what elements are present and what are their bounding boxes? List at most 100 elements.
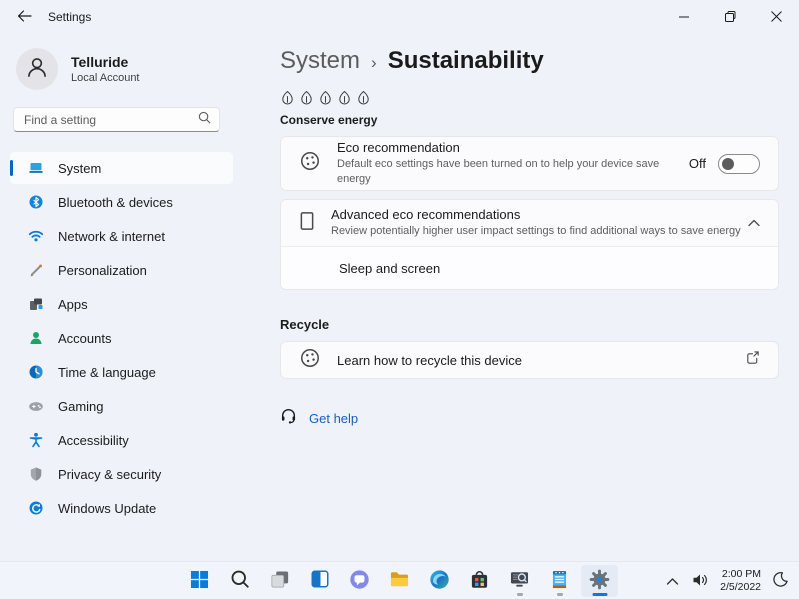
sidebar-item-windows-update[interactable]: Windows Update — [10, 492, 233, 524]
chat-button[interactable] — [341, 565, 378, 597]
clock-date: 2/5/2022 — [720, 581, 761, 593]
start-button[interactable] — [181, 565, 218, 597]
settings-app-button[interactable] — [581, 564, 618, 597]
sleep-and-screen-label: Sleep and screen — [339, 260, 441, 276]
advanced-eco-description: Review potentially higher user impact se… — [331, 225, 741, 238]
widgets-icon — [310, 569, 330, 592]
sidebar-item-label: Personalization — [58, 262, 147, 278]
sidebar: Telluride Local Account System Bluetooth… — [0, 34, 280, 561]
shield-icon — [28, 466, 44, 482]
monitor-magnifier-icon — [509, 569, 530, 593]
clock-time: 2:00 PM — [721, 567, 761, 580]
get-help-label: Get help — [309, 410, 359, 426]
taskbar-clock[interactable]: 2:00 PM 2/5/2022 — [720, 568, 761, 594]
sidebar-item-accessibility[interactable]: Accessibility — [10, 424, 233, 456]
user-account-card[interactable]: Telluride Local Account — [16, 48, 280, 90]
back-button[interactable] — [8, 3, 40, 31]
advanced-eco-card: Advanced eco recommendations Review pote… — [280, 199, 779, 290]
user-name: Telluride — [71, 54, 129, 70]
recycle-section-header: Recycle — [280, 317, 330, 332]
update-arrows-icon — [28, 500, 44, 516]
recycle-link-card[interactable]: Learn how to recycle this device — [280, 341, 779, 379]
eco-recommendation-description: Default eco settings have been turned on… — [337, 158, 660, 185]
sidebar-item-label: Time & language — [58, 364, 156, 380]
task-view-button[interactable] — [261, 565, 298, 597]
sidebar-item-time-language[interactable]: Time & language — [10, 356, 233, 388]
back-arrow-icon — [17, 9, 32, 25]
sidebar-item-apps[interactable]: Apps — [10, 288, 233, 320]
leaf-icon — [318, 90, 333, 111]
minimize-icon — [679, 10, 689, 25]
notepad-button[interactable] — [541, 565, 578, 597]
sidebar-item-gaming[interactable]: Gaming — [10, 390, 233, 422]
gamepad-icon — [28, 398, 44, 414]
taskbar: 2:00 PM 2/5/2022 — [0, 561, 799, 599]
toggle-state-label: Off — [688, 156, 706, 171]
settings-window: Settings Telluride Local Account Find a … — [0, 0, 799, 561]
close-icon — [770, 10, 782, 25]
conserve-energy-label: Conserve energy — [280, 113, 378, 127]
gear-icon — [589, 569, 610, 593]
widgets-button[interactable] — [301, 565, 338, 597]
sidebar-item-label: Windows Update — [58, 500, 157, 516]
quick-assist-button[interactable] — [501, 565, 538, 597]
notepad-icon — [549, 569, 570, 593]
sidebar-item-personalization[interactable]: Personalization — [10, 254, 233, 286]
breadcrumb-parent[interactable]: System — [280, 47, 360, 75]
bluetooth-icon — [28, 194, 44, 210]
store-bag-icon — [469, 569, 490, 593]
sidebar-item-label: Accounts — [58, 330, 112, 346]
task-view-icon — [270, 569, 290, 592]
focus-assist-button[interactable] — [770, 569, 791, 593]
settings-nav: System Bluetooth & devices Network & int… — [0, 152, 280, 524]
search-box[interactable] — [13, 107, 220, 132]
running-indicator — [516, 592, 523, 596]
brush-icon — [28, 262, 44, 278]
running-indicator — [556, 592, 563, 596]
moon-icon — [772, 571, 789, 591]
sidebar-item-label: Privacy & security — [58, 466, 162, 482]
breadcrumb-separator-icon: › — [371, 53, 377, 72]
headset-icon — [280, 407, 297, 429]
restore-icon — [724, 10, 736, 25]
clock-icon — [28, 364, 44, 380]
eco-icon — [299, 347, 321, 374]
chevron-up-icon — [666, 574, 679, 589]
taskbar-search-button[interactable] — [221, 565, 258, 597]
file-explorer-button[interactable] — [381, 565, 418, 597]
eco-icon — [299, 150, 321, 177]
sidebar-item-label: Network & internet — [58, 228, 165, 244]
sidebar-item-system[interactable]: System — [10, 152, 233, 184]
titlebar: Settings — [0, 0, 799, 34]
chevron-up-icon — [748, 214, 760, 232]
person-icon — [24, 54, 50, 85]
eco-recommendation-toggle[interactable] — [718, 153, 760, 174]
maximize-restore-button[interactable] — [707, 0, 753, 34]
search-icon — [230, 569, 250, 592]
system-tray: 2:00 PM 2/5/2022 — [664, 562, 791, 599]
advanced-eco-expander[interactable]: Advanced eco recommendations Review pote… — [281, 200, 778, 246]
sidebar-item-label: Bluetooth & devices — [58, 194, 173, 210]
wifi-icon — [28, 228, 44, 244]
edge-browser-button[interactable] — [421, 565, 458, 597]
sidebar-item-privacy-security[interactable]: Privacy & security — [10, 458, 233, 490]
window-controls — [661, 0, 799, 34]
get-help-link[interactable]: Get help — [280, 407, 358, 429]
search-input[interactable] — [24, 112, 198, 127]
close-button[interactable] — [753, 0, 799, 34]
volume-button[interactable] — [690, 570, 711, 593]
chat-icon — [349, 569, 370, 593]
minimize-button[interactable] — [661, 0, 707, 34]
search-icon — [198, 111, 211, 129]
breadcrumb: System › Sustainability — [280, 47, 779, 75]
sidebar-item-accounts[interactable]: Accounts — [10, 322, 233, 354]
microsoft-store-button[interactable] — [461, 565, 498, 597]
sleep-and-screen-row[interactable]: Sleep and screen — [281, 246, 778, 289]
sidebar-item-label: Gaming — [58, 398, 104, 414]
sidebar-item-bluetooth-devices[interactable]: Bluetooth & devices — [10, 186, 233, 218]
folder-icon — [389, 569, 410, 593]
leaf-icon — [280, 90, 295, 111]
sidebar-item-network-internet[interactable]: Network & internet — [10, 220, 233, 252]
hidden-icons-button[interactable] — [664, 572, 681, 591]
apps-icon — [28, 296, 44, 312]
